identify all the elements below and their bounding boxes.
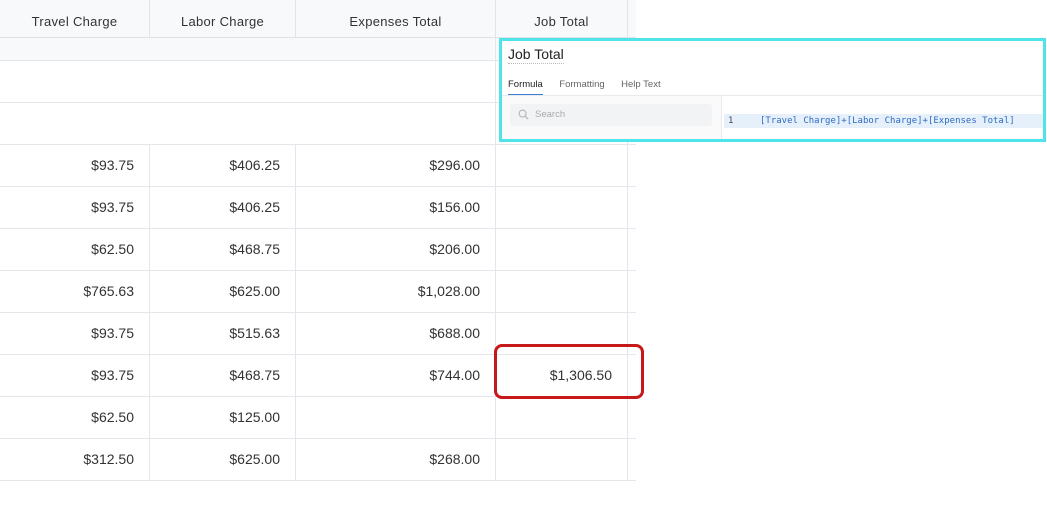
cell-job-total[interactable]	[496, 438, 628, 480]
pane-divider	[721, 96, 722, 139]
column-header-job-total[interactable]: Job Total	[496, 0, 628, 37]
formula-text[interactable]: [Travel Charge]+[Labor Charge]+[Expenses…	[760, 114, 1015, 128]
cell-travel-charge[interactable]: $93.75	[0, 354, 150, 396]
cell-expenses-total[interactable]: $1,028.00	[296, 270, 496, 312]
search-placeholder: Search	[535, 109, 566, 120]
column-header-next	[628, 0, 636, 37]
cell-expenses-total[interactable]: $268.00	[296, 438, 496, 480]
cell-travel-charge[interactable]: $93.75	[0, 312, 150, 354]
cell-expenses-total[interactable]	[296, 396, 496, 438]
formula-popup: Job Total Formula Formatting Help Text S…	[499, 38, 1046, 142]
formula-editor-line[interactable]: 1 [Travel Charge]+[Labor Charge]+[Expens…	[724, 114, 1043, 128]
cell-expenses-total[interactable]: $744.00	[296, 354, 496, 396]
cell-expenses-total[interactable]: $688.00	[296, 312, 496, 354]
table-row[interactable]: $62.50 $468.75 $206.00	[0, 228, 636, 270]
cell-labor-charge[interactable]: $468.75	[150, 354, 296, 396]
column-header-travel-charge[interactable]: Travel Charge	[0, 0, 150, 37]
table-row[interactable]: $312.50 $625.00 $268.00	[0, 438, 636, 480]
table-row[interactable]: $93.75 $406.25 $156.00	[0, 186, 636, 228]
tab-formatting[interactable]: Formatting	[559, 79, 604, 94]
tab-help-text[interactable]: Help Text	[621, 79, 660, 94]
search-input[interactable]: Search	[510, 104, 712, 126]
cell-travel-charge[interactable]: $62.50	[0, 228, 150, 270]
cell-expenses-total[interactable]: $296.00	[296, 144, 496, 186]
line-number: 1	[728, 116, 734, 126]
cell-job-total[interactable]	[496, 144, 628, 186]
job-total-highlight	[494, 344, 644, 399]
table-row[interactable]: $765.63 $625.00 $1,028.00	[0, 270, 636, 312]
cell-travel-charge[interactable]: $62.50	[0, 396, 150, 438]
cell-labor-charge[interactable]: $625.00	[150, 270, 296, 312]
tab-formula[interactable]: Formula	[508, 79, 543, 96]
cell-travel-charge[interactable]: $93.75	[0, 186, 150, 228]
popup-title: Job Total	[508, 46, 564, 64]
table-header: Travel Charge Labor Charge Expenses Tota…	[0, 0, 636, 38]
cell-labor-charge[interactable]: $468.75	[150, 228, 296, 270]
cell-labor-charge[interactable]: $625.00	[150, 438, 296, 480]
cell-expenses-total[interactable]: $206.00	[296, 228, 496, 270]
column-header-labor-charge[interactable]: Labor Charge	[150, 0, 296, 37]
table-row[interactable]: $62.50 $125.00	[0, 396, 636, 438]
popup-tabs: Formula Formatting Help Text	[508, 74, 673, 96]
search-icon	[518, 109, 529, 120]
cell-job-total[interactable]	[496, 228, 628, 270]
column-header-expenses-total[interactable]: Expenses Total	[296, 0, 496, 37]
cell-labor-charge[interactable]: $515.63	[150, 312, 296, 354]
cell-travel-charge[interactable]: $93.75	[0, 144, 150, 186]
cell-job-total[interactable]	[496, 186, 628, 228]
cell-expenses-total[interactable]: $156.00	[296, 186, 496, 228]
row-divider	[0, 480, 636, 481]
cell-labor-charge[interactable]: $406.25	[150, 186, 296, 228]
cell-travel-charge[interactable]: $765.63	[0, 270, 150, 312]
table-row[interactable]: $93.75 $406.25 $296.00	[0, 144, 636, 186]
cell-labor-charge[interactable]: $125.00	[150, 396, 296, 438]
cell-job-total[interactable]	[496, 270, 628, 312]
cell-travel-charge[interactable]: $312.50	[0, 438, 150, 480]
cell-job-total[interactable]	[496, 396, 628, 438]
cell-labor-charge[interactable]: $406.25	[150, 144, 296, 186]
